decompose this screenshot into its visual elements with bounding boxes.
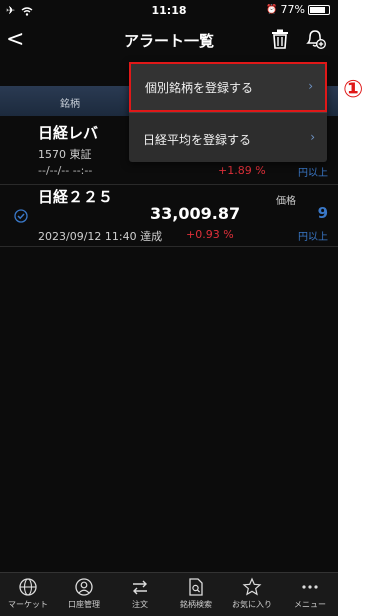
change-percent: +1.89 %: [218, 164, 266, 177]
arrows-icon: [133, 580, 147, 595]
status-bar: ✈ 11:18 ⏰ 77%: [0, 0, 338, 22]
battery-percent: 77%: [280, 3, 305, 16]
add-alert-menu: 個別銘柄を登録する › 日経平均を登録する ›: [129, 62, 327, 162]
achieved-check-icon: [14, 208, 28, 227]
phone-screen: ✈ 11:18 ⏰ 77% < アラート一覧 銘柄 日経レバ 1570 東証 -…: [0, 0, 338, 616]
more-icon: [302, 585, 318, 589]
price-label: 価格: [276, 196, 296, 207]
document-search-icon: [189, 578, 203, 596]
annotation-marker: ①: [343, 75, 364, 103]
current-price: 33,009.87: [150, 204, 241, 223]
tab-label: 注文: [132, 600, 148, 609]
battery-icon: [308, 4, 330, 15]
tab-market[interactable]: マーケット: [0, 577, 56, 610]
alert-target-value: 9: [317, 204, 328, 222]
tab-account[interactable]: 口座管理: [56, 577, 112, 610]
tab-menu[interactable]: メニュー: [282, 577, 338, 610]
add-alert-bell-icon[interactable]: [303, 27, 327, 55]
tab-label: マーケット: [8, 600, 48, 609]
chevron-right-icon: ›: [308, 79, 313, 93]
alert-date: --/--/-- --:--: [38, 164, 93, 177]
change-percent: +0.93 %: [186, 228, 234, 241]
chevron-right-icon: ›: [310, 130, 315, 144]
navigation-bar: < アラート一覧: [0, 22, 338, 60]
tab-label: 銘柄検索: [180, 600, 212, 609]
alert-row[interactable]: 日経２２５ 価格 33,009.87 9 2023/09/12 11:40 達成…: [0, 186, 338, 247]
globe-icon: [19, 578, 37, 596]
price-unit: 円以上: [298, 232, 328, 243]
stock-code-market: 1570 東証: [38, 148, 92, 161]
register-nikkei-average-item[interactable]: 日経平均を登録する ›: [129, 112, 327, 162]
tab-favorites[interactable]: お気に入り: [224, 577, 280, 610]
status-right: ⏰ 77%: [266, 3, 330, 16]
tab-order[interactable]: 注文: [112, 577, 168, 610]
tab-label: 口座管理: [68, 600, 100, 609]
tab-stock-search[interactable]: 銘柄検索: [168, 577, 224, 610]
tab-label: メニュー: [294, 600, 326, 609]
stock-name: 日経２２５: [38, 188, 114, 206]
trash-icon[interactable]: [271, 29, 289, 53]
person-icon: [75, 578, 93, 596]
alarm-icon: ⏰: [266, 4, 278, 15]
bottom-tab-bar: マーケット 口座管理 注文 銘柄検索 お気に入り メニュー: [0, 572, 338, 616]
tab-label: お気に入り: [232, 600, 272, 609]
menu-item-label: 日経平均を登録する: [143, 133, 252, 147]
alert-date-status: 2023/09/12 11:40 達成: [38, 230, 163, 243]
menu-item-label: 個別銘柄を登録する: [145, 81, 254, 95]
stock-name: 日経レバ: [38, 124, 99, 142]
star-icon: [242, 577, 262, 596]
column-brand-label: 銘柄: [60, 99, 80, 110]
register-individual-stock-item[interactable]: 個別銘柄を登録する ›: [129, 62, 327, 112]
price-unit: 円以上: [298, 168, 328, 179]
